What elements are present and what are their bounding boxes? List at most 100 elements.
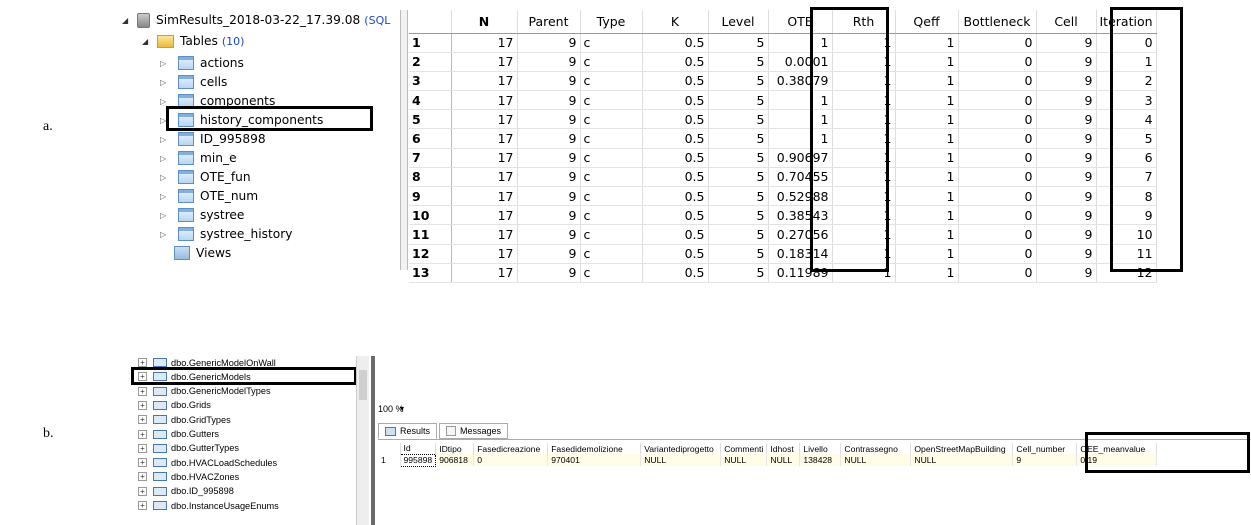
tree-node-table[interactable]: ▷ OTE_fun <box>160 167 251 187</box>
tree-node-database[interactable]: ◢ SimResults_2018-03-22_17.39.08 (SQL <box>122 10 390 30</box>
collapse-caret-icon[interactable]: ◢ <box>142 37 152 46</box>
column-header[interactable]: Commenti <box>720 443 768 454</box>
tree-node-table[interactable]: ▷ systree <box>160 205 244 225</box>
expand-icon[interactable]: + <box>138 458 147 468</box>
table-row[interactable]: 13 17 9 c 0.5 5 0.11989 1 1 0 9 12 <box>409 263 1157 283</box>
expand-caret-icon[interactable]: ▷ <box>160 59 170 68</box>
collapse-caret-icon[interactable]: ◢ <box>122 16 132 25</box>
table-cell: 9 <box>517 148 581 168</box>
column-header[interactable]: Level <box>708 10 769 34</box>
expand-icon[interactable]: + <box>138 472 147 482</box>
expand-caret-icon[interactable]: ▷ <box>160 192 170 201</box>
column-header[interactable]: Bottleneck <box>958 10 1037 34</box>
table-row[interactable]: 10 17 9 c 0.5 5 0.38543 1 1 0 9 9 <box>409 205 1157 226</box>
table-row[interactable]: 4 17 9 c 0.5 5 1 1 1 0 9 3 <box>409 90 1157 111</box>
table-row[interactable]: 2 17 9 c 0.5 5 0.0001 1 1 0 9 1 <box>409 52 1157 72</box>
scrollbar-thumb[interactable] <box>359 370 367 400</box>
expand-icon[interactable]: + <box>138 429 147 439</box>
tree-node-table[interactable]: + dbo.Grids <box>138 400 211 411</box>
table-name: OTE_num <box>200 189 259 203</box>
tree-node-tables[interactable]: ◢ Tables (10) <box>142 31 244 51</box>
expand-icon[interactable]: + <box>138 443 147 453</box>
splitter-b[interactable] <box>371 356 375 525</box>
splitter[interactable] <box>400 10 408 270</box>
column-header[interactable]: Livello <box>799 443 842 454</box>
expand-caret-icon[interactable]: ▷ <box>160 78 170 87</box>
column-header[interactable]: Cell <box>1036 10 1097 34</box>
column-header[interactable]: Id <box>400 443 437 454</box>
table-cell: 5 <box>708 244 769 264</box>
expand-icon[interactable]: + <box>138 358 147 367</box>
tab-messages[interactable]: Messages <box>439 423 509 439</box>
table-row[interactable]: 7 17 9 c 0.5 5 0.90697 1 1 0 9 6 <box>409 148 1157 168</box>
table-row[interactable]: 3 17 9 c 0.5 5 0.38079 1 1 0 9 2 <box>409 71 1157 92</box>
column-header[interactable]: Type <box>580 10 643 34</box>
tree-node-table[interactable]: ▷ systree_history <box>160 224 292 244</box>
expand-icon[interactable]: + <box>138 486 147 496</box>
tree-node-table[interactable]: + dbo.InstanceUsageEnums <box>138 500 279 511</box>
expand-icon[interactable]: + <box>138 386 147 396</box>
column-header[interactable]: Cell_number <box>1012 443 1078 454</box>
tree-node-table[interactable]: + dbo.HVACZones <box>138 471 239 482</box>
tree-node-table[interactable]: + dbo.GridTypes <box>138 414 231 425</box>
table-cell: 17 <box>451 263 518 283</box>
tree-node-views[interactable]: Views <box>174 243 231 263</box>
row-number: 8 <box>409 167 452 188</box>
tree-node-table[interactable]: + dbo.ID_995898 <box>138 486 234 497</box>
table-cell: 995898 <box>399 453 437 467</box>
table-cell: 5 <box>708 109 769 130</box>
tree-node-table[interactable]: ▷ ID_995898 <box>160 129 266 149</box>
expand-icon[interactable]: + <box>138 415 147 425</box>
column-header[interactable]: IDtipo <box>435 443 475 454</box>
tree-node-table[interactable]: ▷ actions <box>160 53 244 73</box>
table-name: dbo.GenericModelOnWall <box>171 357 276 368</box>
column-header[interactable]: Contrassegno <box>840 443 912 454</box>
table-row[interactable]: 8 17 9 c 0.5 5 0.70455 1 1 0 9 7 <box>409 167 1157 188</box>
tree-node-table[interactable]: ▷ OTE_num <box>160 186 258 206</box>
tree-node-table[interactable]: + dbo.GutterTypes <box>138 443 239 454</box>
tree-node-table[interactable]: ▷ min_e <box>160 148 237 168</box>
table-row[interactable]: 5 17 9 c 0.5 5 1 1 1 0 9 4 <box>409 109 1157 130</box>
row-number: 13 <box>409 263 452 283</box>
table-row[interactable]: 9 17 9 c 0.5 5 0.52988 1 1 0 9 8 <box>409 186 1157 207</box>
column-header[interactable]: OpenStreetMapBuilding <box>910 443 1014 454</box>
table-name: dbo.HVACZones <box>171 471 240 482</box>
tree-node-table[interactable]: + dbo.Gutters <box>138 429 219 440</box>
expand-caret-icon[interactable]: ▷ <box>160 211 170 220</box>
highlight-id-table <box>166 106 373 131</box>
tree-node-table[interactable]: ▷ cells <box>160 72 227 92</box>
row-number-header <box>409 10 452 34</box>
table-row[interactable]: 12 17 9 c 0.5 5 0.18314 1 1 0 9 11 <box>409 244 1157 264</box>
column-header[interactable]: Fasedicreazione <box>473 443 549 454</box>
column-header[interactable]: K <box>642 10 709 34</box>
table-row[interactable]: 1 17 9 c 0.5 5 1 1 1 0 9 0 <box>409 33 1157 53</box>
tab-results[interactable]: Results <box>378 423 438 439</box>
table-icon <box>153 400 167 410</box>
expand-caret-icon[interactable]: ▷ <box>160 135 170 144</box>
tree-node-table[interactable]: + dbo.HVACLoadSchedules <box>138 457 277 468</box>
column-header[interactable]: N <box>451 10 518 34</box>
expand-icon[interactable]: + <box>138 501 147 510</box>
grid-icon <box>385 426 396 436</box>
table-cell: 1 <box>895 224 959 245</box>
column-header[interactable]: Parent <box>517 10 581 34</box>
tree-node-table[interactable]: + dbo.GenericModelTypes <box>138 386 271 397</box>
expand-caret-icon[interactable]: ▷ <box>160 97 170 106</box>
column-header[interactable]: Qeff <box>895 10 959 34</box>
expand-caret-icon[interactable]: ▷ <box>160 154 170 163</box>
expand-caret-icon[interactable]: ▷ <box>160 230 170 239</box>
column-header[interactable]: Fasedidemolizione <box>547 443 642 454</box>
table-cell: 1 <box>895 167 959 188</box>
expand-icon[interactable]: + <box>138 400 147 410</box>
zoom-dropdown-icon[interactable]: ▾ <box>400 404 404 413</box>
table-row[interactable]: 6 17 9 c 0.5 5 1 1 1 0 9 5 <box>409 128 1157 149</box>
column-header[interactable]: Idhost <box>766 443 801 454</box>
column-header[interactable]: Variantediprogetto <box>640 443 722 454</box>
results-grid-b: Id IDtipo Fasedicreazione Fasedidemolizione… <box>378 443 1158 467</box>
expand-caret-icon[interactable]: ▷ <box>160 173 170 182</box>
table-cell: 0.5 <box>642 224 709 245</box>
table-row[interactable]: 1 995898 906818 0 970401 NULL NULL NULL 138428 NU… <box>378 453 1158 467</box>
table-row[interactable]: 11 17 9 c 0.5 5 0.27056 1 1 0 9 10 <box>409 224 1157 245</box>
table-cell: c <box>580 71 643 92</box>
tree-scrollbar[interactable] <box>356 356 369 525</box>
